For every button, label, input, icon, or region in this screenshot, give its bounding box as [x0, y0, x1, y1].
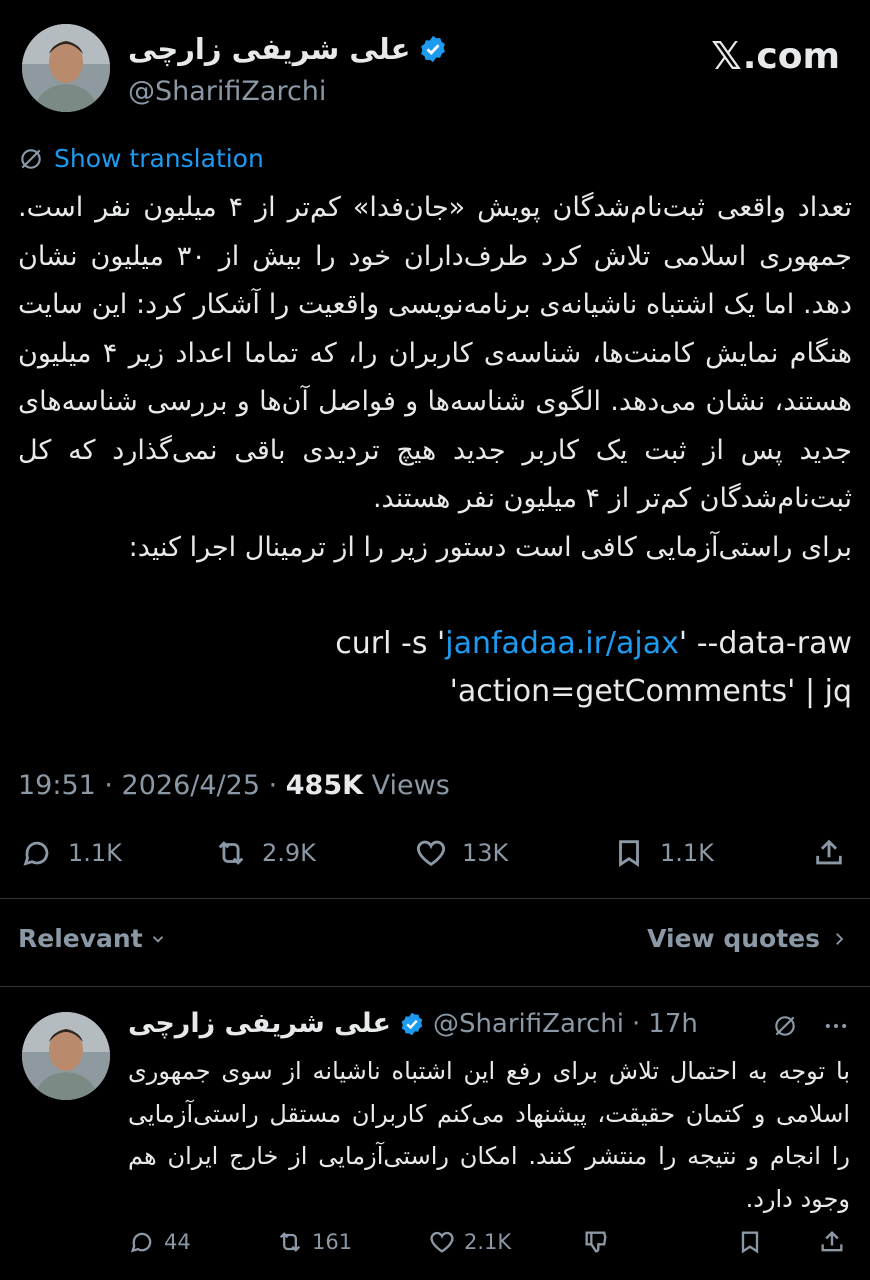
tweet-text: تعداد واقعی ثبت‌نام‌شدگان پویش «جان‌فدا»…	[18, 192, 852, 563]
reply-reply-count: 44	[164, 1230, 191, 1254]
reply-like-count: 2.1K	[464, 1230, 512, 1254]
reply-tools	[772, 1012, 850, 1040]
reply-dislike-button[interactable]	[582, 1228, 610, 1256]
separator-dot: ·	[632, 1008, 641, 1039]
tweet-meta: 19:51 · 2026/4/25 · 485K Views	[18, 770, 450, 801]
tweet-header: علی شریفی زارچی @SharifiZarchi 𝕏 .com	[22, 24, 848, 114]
divider	[0, 986, 870, 987]
display-name[interactable]: علی شریفی زارچی	[128, 32, 410, 66]
share-icon	[816, 839, 842, 865]
retweet-icon	[218, 841, 244, 865]
reply-retweet-button[interactable]: 161	[276, 1228, 352, 1256]
views-count: 485K	[285, 770, 364, 801]
view-quotes-link[interactable]: View quotes	[647, 924, 848, 953]
site-domain: .com	[742, 35, 840, 77]
chevron-down-icon	[152, 935, 163, 943]
divider	[0, 898, 870, 899]
bookmark-count: 1.1K	[660, 839, 714, 867]
view-quotes-label: View quotes	[647, 924, 820, 953]
retweet-button[interactable]: 2.9K	[214, 836, 316, 870]
avatar[interactable]	[22, 24, 110, 112]
reply-like-button[interactable]: 2.1K	[428, 1228, 511, 1256]
chevron-right-icon	[836, 932, 844, 945]
bookmark-icon	[741, 1231, 759, 1254]
verified-badge-icon	[421, 35, 446, 63]
reply-button[interactable]: 1.1K	[20, 836, 122, 870]
bookmark-icon	[619, 840, 639, 867]
code-mid: ' --data-raw	[678, 626, 852, 661]
sort-relevant-dropdown[interactable]: Relevant	[18, 924, 167, 953]
x-com-watermark: 𝕏 .com	[711, 34, 840, 78]
show-translation-link[interactable]: Show translation	[18, 144, 264, 173]
reply-age[interactable]: 17h	[648, 1009, 698, 1039]
reply-avatar[interactable]	[22, 1012, 110, 1100]
thumbs-down-icon	[585, 1231, 607, 1253]
reply-icon	[23, 841, 49, 866]
relevant-label: Relevant	[18, 924, 143, 953]
like-button[interactable]: 13K	[414, 836, 508, 870]
views-label: Views	[363, 770, 450, 801]
retweet-count: 2.9K	[262, 839, 316, 867]
timestamp[interactable]: 19:51 · 2026/4/25 ·	[18, 770, 286, 801]
reply-retweet-count: 161	[312, 1230, 353, 1254]
globe-slash-icon	[21, 148, 41, 169]
like-count: 13K	[462, 839, 509, 867]
more-options-icon[interactable]	[822, 1012, 850, 1040]
curl-command: curl -s 'janfadaa.ir/ajax' --data-raw 'a…	[18, 620, 852, 716]
reply-share-button[interactable]	[818, 1228, 846, 1256]
reply-action-bar: 44 161 2.1K	[128, 1228, 850, 1262]
janfadaa-link[interactable]: janfadaa.ir/ajax	[445, 626, 679, 661]
verified-badge-icon	[401, 1012, 423, 1035]
reply-icon	[130, 1232, 152, 1253]
bookmark-button[interactable]: 1.1K	[612, 836, 714, 870]
globe-slash-icon[interactable]	[772, 1013, 798, 1039]
reply-header: علی شریفی زارچی @SharifiZarchi · 17h	[128, 1008, 698, 1039]
code-line-2: 'action=getComments' | jq	[449, 674, 852, 709]
reply-reply-button[interactable]: 44	[128, 1228, 191, 1256]
share-icon	[821, 1231, 843, 1252]
reply-count: 1.1K	[68, 839, 122, 867]
code-prefix: curl -s '	[335, 626, 446, 661]
reply-bookmark-button[interactable]	[736, 1228, 764, 1256]
reply-display-name[interactable]: علی شریفی زارچی	[128, 1008, 391, 1039]
reply-text: با توجه به احتمال تلاش برای رفع این اشتب…	[128, 1057, 850, 1213]
x-logo-icon: 𝕏	[711, 34, 742, 78]
retweet-icon	[279, 1232, 301, 1252]
handle[interactable]: @SharifiZarchi	[128, 76, 326, 107]
action-bar: 1.1K 2.9K 13K 1.1K	[18, 836, 852, 876]
reply-handle[interactable]: @SharifiZarchi	[433, 1009, 624, 1039]
share-button[interactable]	[812, 836, 846, 870]
heart-icon	[416, 840, 446, 867]
translate-label[interactable]: Show translation	[54, 144, 264, 173]
heart-icon	[430, 1231, 454, 1253]
